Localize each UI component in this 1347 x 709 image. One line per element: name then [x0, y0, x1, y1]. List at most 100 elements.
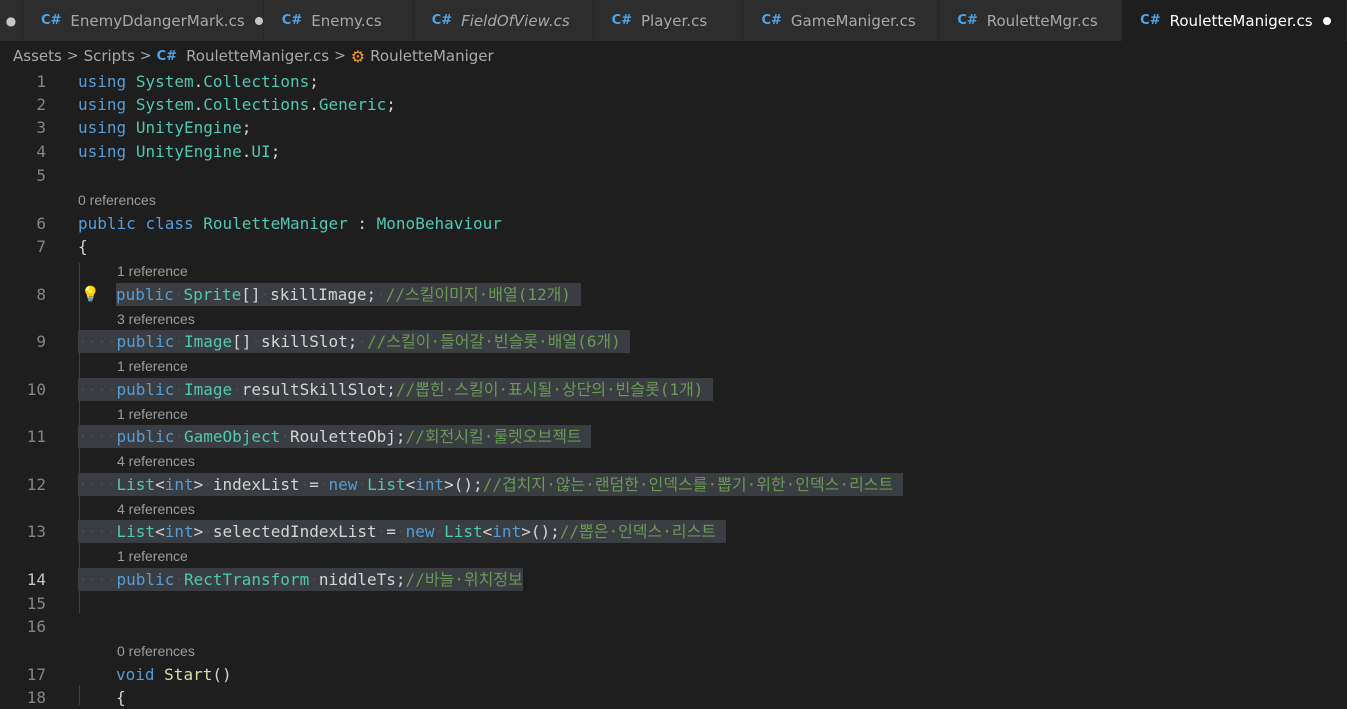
tab-enemy[interactable]: C# Enemy.cs — [263, 0, 414, 41]
code-line[interactable]: 8 💡 public·Sprite[]·skillImage;·//스킬이미지·… — [0, 283, 1347, 306]
line-number: 11 — [26, 427, 46, 446]
token: List — [367, 475, 406, 494]
token: . — [193, 95, 204, 114]
codelens-references[interactable]: 1 reference — [117, 356, 188, 376]
token: int — [164, 475, 194, 494]
token: ; — [241, 118, 252, 137]
lightbulb-icon[interactable]: 💡 — [81, 285, 100, 303]
code-text: using System.Collections; — [78, 70, 319, 93]
code-line[interactable]: 7 { — [0, 235, 1347, 258]
code-line[interactable]: 9 ····public·Image[]·skillSlot;·//스킬이·들어… — [0, 330, 1347, 353]
tab-game-maniger[interactable]: C# GameManiger.cs — [743, 0, 940, 41]
tab-label: GameManiger.cs — [790, 11, 916, 30]
code-text: public class RouletteManiger : MonoBehav… — [78, 212, 502, 235]
token: int — [164, 522, 194, 541]
code-line[interactable]: 15 — [0, 592, 1347, 615]
tab-player[interactable]: C# Player.cs — [593, 0, 744, 41]
breadcrumb-file[interactable]: RouletteManiger.cs — [186, 47, 329, 65]
csharp-icon: C# — [281, 13, 303, 28]
code-line[interactable]: 16 — [0, 615, 1347, 638]
unsaved-dot-icon[interactable] — [254, 16, 263, 25]
comment: //바늘·위치정보 — [405, 570, 523, 589]
token: resultSkillSlot — [241, 380, 387, 399]
token: public — [116, 570, 175, 589]
token: . — [241, 142, 252, 161]
code-text: ····List<int>·selectedIndexList·=·new·Li… — [78, 520, 726, 543]
token: () — [212, 665, 232, 684]
token: class — [145, 214, 194, 233]
code-text: using System.Collections.Generic; — [78, 93, 396, 116]
line-number: 10 — [26, 380, 46, 399]
tab-label: Player.cs — [641, 11, 708, 30]
code-line[interactable]: 12 ····List<int>·indexList·=·new·List<in… — [0, 473, 1347, 496]
token: RouletteObj — [289, 427, 396, 446]
code-line[interactable]: 6 public class RouletteManiger : MonoBeh… — [0, 212, 1347, 235]
line-number: 3 — [36, 118, 46, 137]
tab-field-of-view[interactable]: C# FieldOfView.cs — [413, 0, 594, 41]
code-line[interactable]: 2 using System.Collections.Generic; — [0, 93, 1347, 116]
tab-label: RouletteMgr.cs — [986, 11, 1098, 30]
tab-label: RouletteManiger.cs — [1169, 11, 1313, 30]
code-line[interactable]: 10 ····public·Image·resultSkillSlot;//뽑힌… — [0, 378, 1347, 401]
tab-roulette-mgr[interactable]: C# RouletteMgr.cs — [939, 0, 1123, 41]
code-text: ····public·Image[]·skillSlot;·//스킬이·들어갈·… — [78, 330, 631, 353]
code-text: using UnityEngine; — [78, 116, 251, 139]
code-text: public·Sprite[]·skillImage;·//스킬이미지·배열(1… — [116, 283, 581, 306]
line-number: 5 — [36, 166, 46, 185]
token: [] — [232, 332, 252, 351]
codelens-references[interactable]: 0 references — [78, 190, 156, 210]
token: new — [405, 522, 435, 541]
token: ···· — [78, 332, 117, 351]
token: selectedIndexList — [212, 522, 377, 541]
token: public — [116, 427, 175, 446]
tab-roulette-maniger[interactable]: C# RouletteManiger.cs — [1122, 0, 1347, 41]
breadcrumb-assets[interactable]: Assets — [13, 47, 62, 65]
token: UI — [251, 142, 271, 161]
codelens-references[interactable]: 1 reference — [117, 404, 188, 424]
breadcrumb-symbol[interactable]: RouletteManiger — [370, 47, 494, 65]
code-text: using UnityEngine.UI; — [78, 140, 280, 163]
line-number: 9 — [36, 332, 46, 351]
token: using — [78, 95, 127, 114]
token: (); — [453, 475, 483, 494]
token: ; — [386, 380, 396, 399]
code-editor[interactable]: 1 using System.Collections; 2 using Syst… — [0, 68, 1347, 707]
tab-enemy-ddanger-mark[interactable]: C# EnemyDdangerMark.cs — [22, 0, 264, 41]
code-line-active[interactable]: 14 ····public·RectTransform·niddleTs;//바… — [0, 568, 1347, 591]
token: public — [116, 332, 175, 351]
codelens-references[interactable]: 1 reference — [117, 546, 188, 566]
token: Collections — [203, 95, 310, 114]
codelens-references[interactable]: 4 references — [117, 451, 195, 471]
token: niddleTs — [318, 570, 396, 589]
line-number: 1 — [36, 72, 46, 91]
codelens-references[interactable]: 1 reference — [117, 261, 188, 281]
token: { — [116, 688, 126, 707]
token: > — [444, 475, 454, 494]
line-number: 2 — [36, 95, 46, 114]
code-text: void Start() — [116, 663, 232, 686]
codelens-references[interactable]: 3 references — [117, 309, 195, 329]
code-line[interactable]: 5 — [0, 164, 1347, 187]
token: : — [347, 214, 377, 233]
token: = — [309, 475, 319, 494]
unsaved-dot-icon[interactable] — [1322, 16, 1331, 25]
token: List — [116, 475, 156, 494]
code-line[interactable]: 1 using System.Collections; — [0, 70, 1347, 93]
code-line[interactable]: 17 void Start() — [0, 663, 1347, 686]
code-line[interactable]: 13 ····List<int>·selectedIndexList·=·new… — [0, 520, 1347, 543]
code-line[interactable]: 11 ····public·GameObject·RouletteObj;//회… — [0, 425, 1347, 448]
token: Start — [164, 665, 213, 684]
line-number: 12 — [26, 475, 46, 494]
codelens-references[interactable]: 4 references — [117, 499, 195, 519]
csharp-icon: C# — [1140, 13, 1161, 28]
code-line[interactable]: 3 using UnityEngine; — [0, 116, 1347, 139]
tab-overflow-dot[interactable]: ● — [0, 0, 23, 41]
code-line[interactable]: 18 { — [0, 686, 1347, 709]
line-number: 17 — [26, 665, 46, 684]
code-line[interactable]: 4 using UnityEngine.UI; — [0, 140, 1347, 163]
breadcrumb-scripts[interactable]: Scripts — [84, 47, 135, 65]
codelens-references[interactable]: 0 references — [117, 641, 195, 661]
line-number: 8 — [36, 285, 46, 304]
tab-label: FieldOfView.cs — [461, 11, 570, 30]
token: = — [386, 522, 396, 541]
